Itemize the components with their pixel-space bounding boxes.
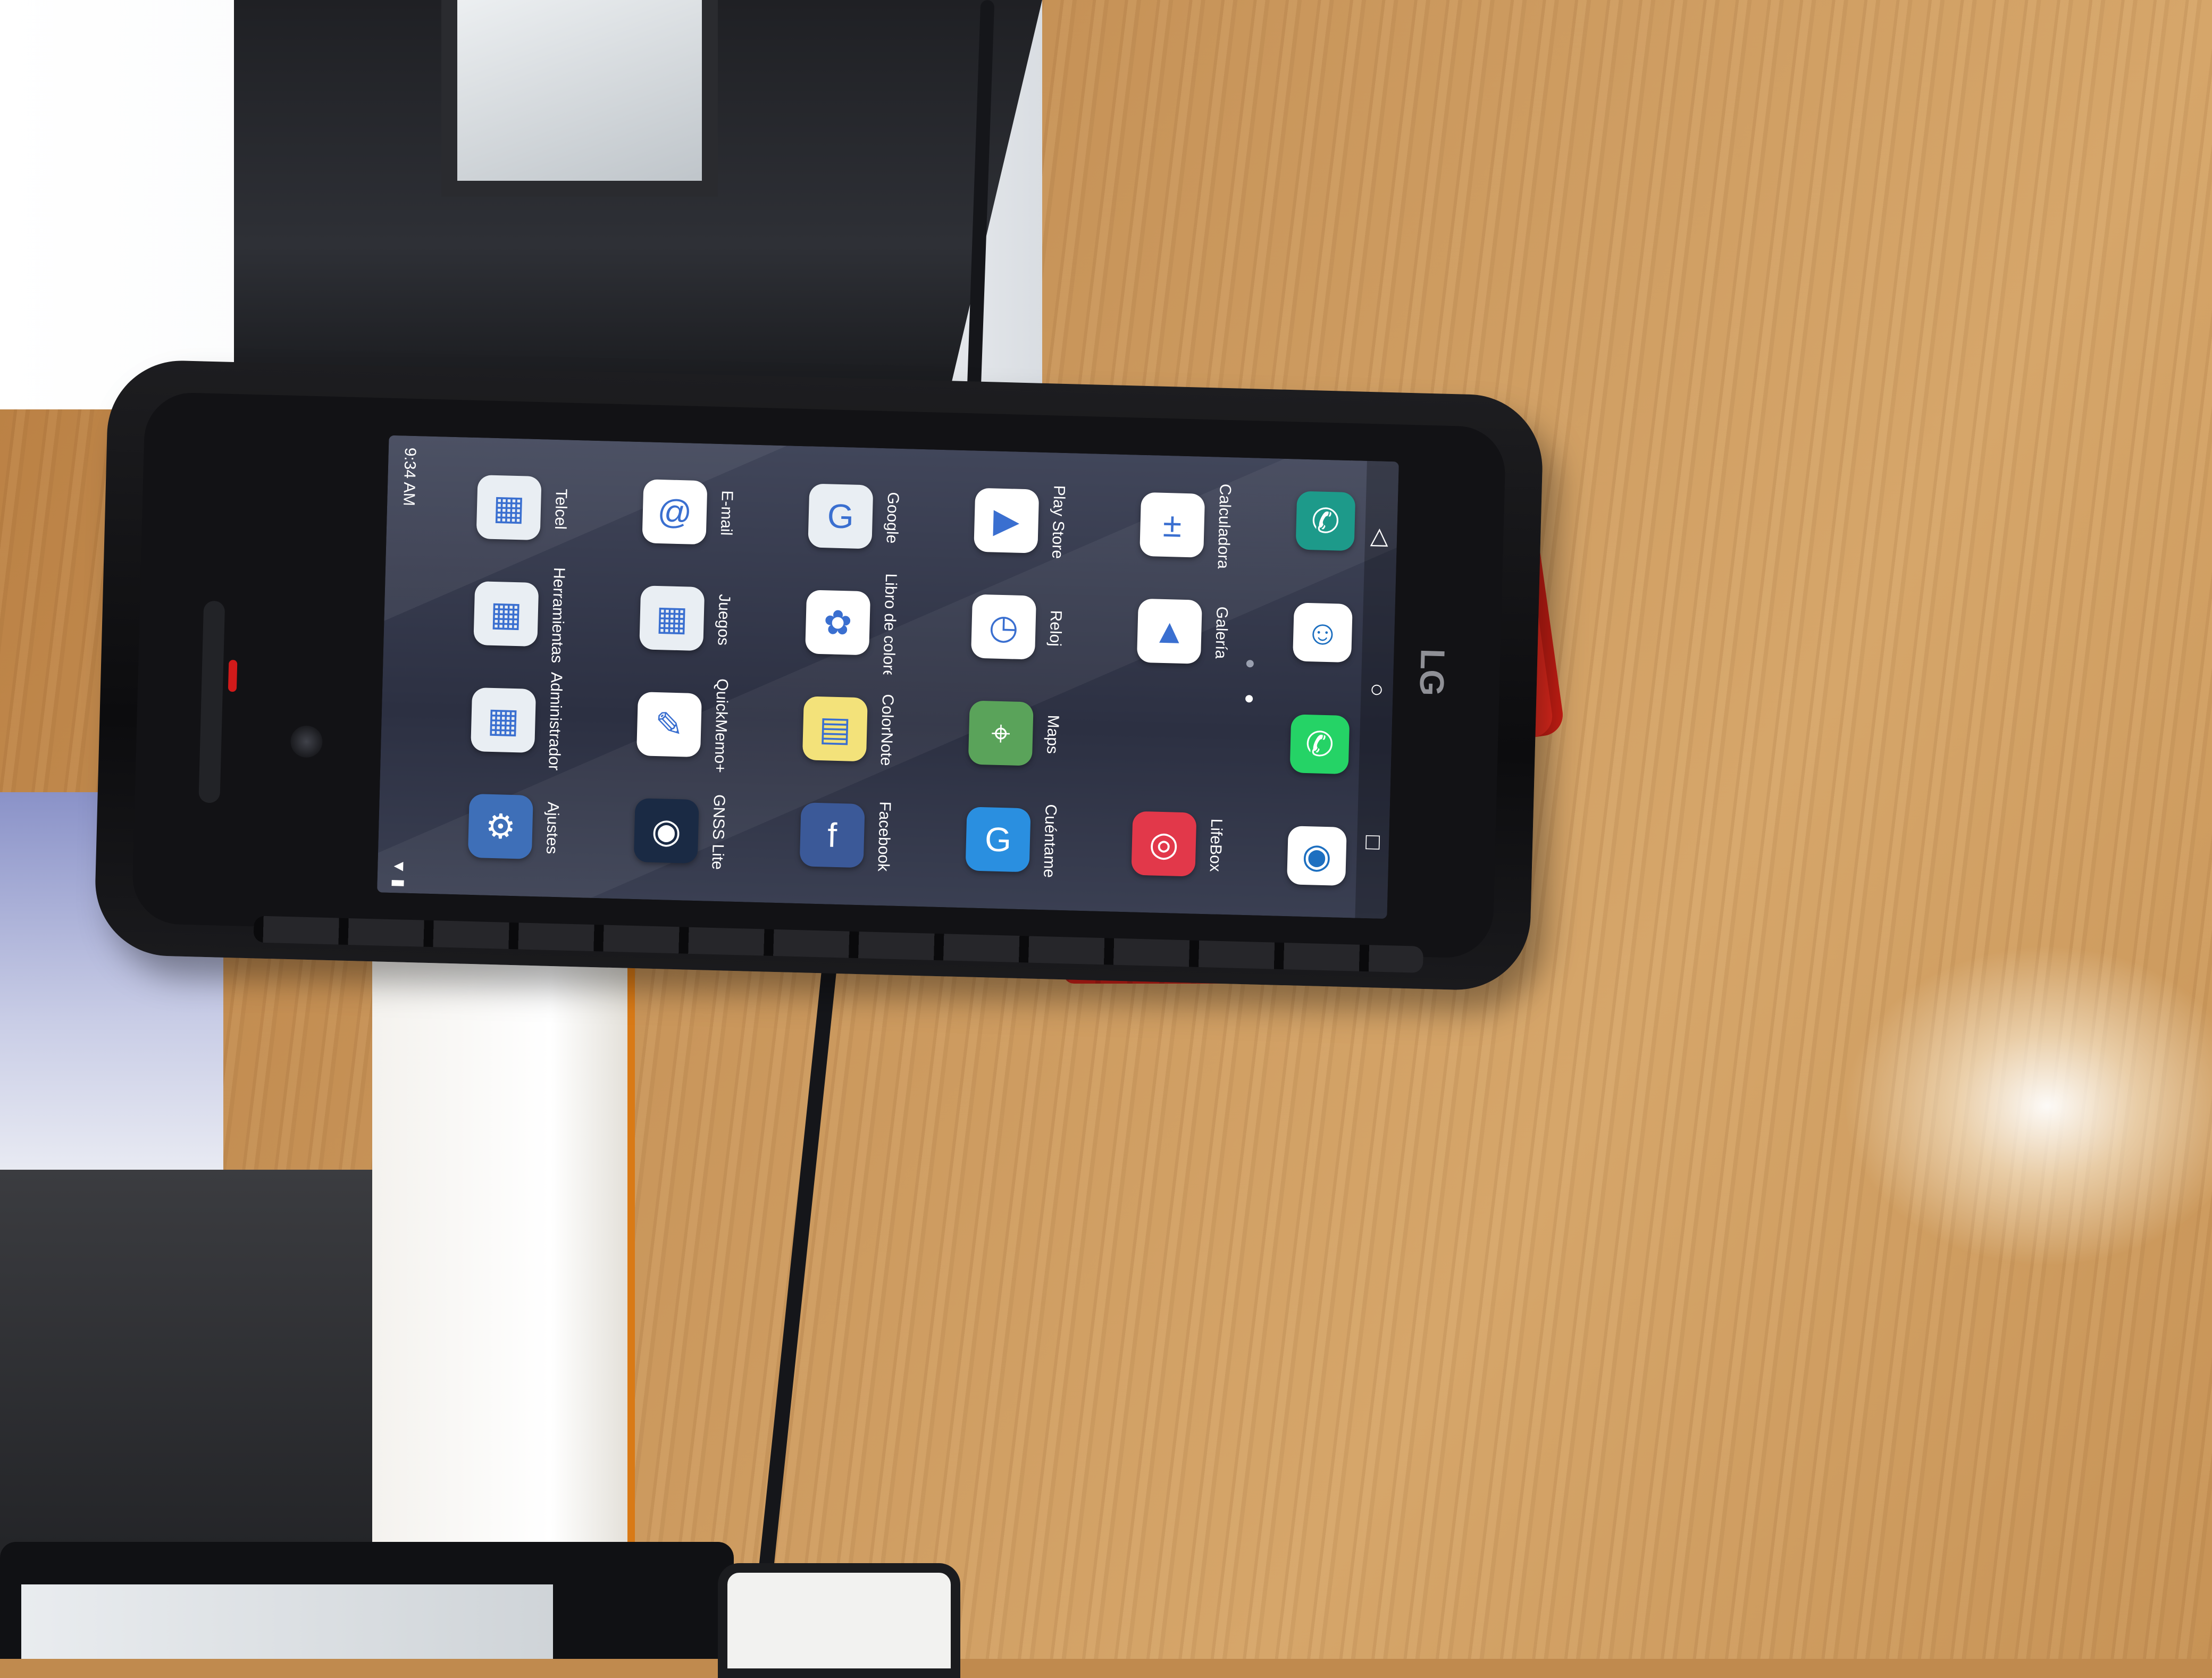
app-label: Herramientas bbox=[548, 567, 568, 664]
app-6[interactable]: ✎ QuickMemo+ bbox=[599, 669, 768, 780]
email-icon: @ bbox=[642, 479, 708, 545]
app-label: Facebook bbox=[874, 801, 894, 872]
back-button[interactable]: ◁ bbox=[1367, 528, 1395, 547]
gear-icon: ⚙ bbox=[467, 793, 533, 859]
app-label: ColorNote bbox=[877, 694, 897, 767]
front-camera bbox=[290, 725, 323, 758]
clock-icon: ◷ bbox=[970, 594, 1037, 660]
app-grid: ▦ Telcel ▦ Herramientas ▦ Administrador ⚙ Ajust… bbox=[431, 452, 1271, 900]
status-bar: 9:34 AM ▼ ▮ bbox=[377, 435, 431, 894]
app-8[interactable]: G Google bbox=[770, 462, 939, 572]
app-label: E-mail bbox=[717, 490, 736, 536]
lens-icon: ◉ bbox=[633, 798, 699, 864]
earpiece-speaker bbox=[198, 600, 225, 803]
folder-icon: ▦ bbox=[471, 687, 537, 753]
app-label: Libro de colorear para mí bbox=[879, 573, 900, 675]
whatsapp-icon[interactable]: ✆ bbox=[1289, 714, 1350, 775]
app-label: LifeBox bbox=[1206, 818, 1226, 872]
app-12[interactable]: ▶ Play Store bbox=[936, 466, 1105, 576]
contacts-icon[interactable]: ☺ bbox=[1293, 602, 1353, 663]
app-19[interactable]: ◎ LifeBox bbox=[1094, 789, 1262, 900]
notification-led bbox=[228, 659, 238, 692]
app-label: Reloj bbox=[1046, 610, 1065, 647]
calculator-icon: ± bbox=[1139, 492, 1205, 558]
white-device bbox=[718, 1563, 960, 1678]
map-pin-icon: ⌖ bbox=[968, 700, 1034, 766]
home-button[interactable]: ○ bbox=[1363, 683, 1390, 698]
app-label: Administrador bbox=[545, 672, 565, 771]
chat-icon: G bbox=[965, 807, 1031, 872]
page-indicator bbox=[1244, 660, 1255, 703]
box bbox=[457, 0, 702, 181]
phone: 9:34 AM ▼ ▮ ▦ Telcel ▦ Herramientas ▦ Adminis… bbox=[93, 358, 1545, 992]
folder-icon: ▦ bbox=[476, 475, 542, 541]
pen-icon: ✎ bbox=[636, 692, 702, 758]
mandala-icon: ✿ bbox=[805, 590, 871, 656]
recents-button[interactable]: □ bbox=[1360, 835, 1387, 850]
status-time: 9:34 AM bbox=[400, 447, 419, 507]
brand-logo: LG bbox=[1412, 648, 1452, 697]
page-dot-active bbox=[1245, 695, 1253, 703]
facebook-icon: f bbox=[799, 802, 865, 868]
app-label: Telcel bbox=[551, 488, 571, 530]
app-4[interactable]: @ E-mail bbox=[605, 457, 773, 567]
gallery-icon: ▲ bbox=[1136, 598, 1202, 664]
app-5[interactable]: ▦ Juegos bbox=[602, 563, 770, 674]
app-11[interactable]: f Facebook bbox=[763, 780, 931, 891]
play-store-icon: ▶ bbox=[974, 488, 1040, 553]
app-17[interactable]: ▲ Galería bbox=[1100, 576, 1268, 687]
app-13[interactable]: ◷ Reloj bbox=[934, 572, 1102, 683]
app-label: Juegos bbox=[714, 593, 733, 646]
app-label: Ajustes bbox=[543, 801, 562, 854]
app-1[interactable]: ▦ Herramientas bbox=[436, 559, 605, 669]
folder-icon: G bbox=[808, 483, 874, 549]
app-0[interactable]: ▦ Telcel bbox=[439, 452, 607, 563]
page-dot bbox=[1246, 660, 1254, 668]
folder-icon: ▦ bbox=[473, 581, 539, 647]
app-label: Google bbox=[883, 491, 902, 544]
app-7[interactable]: ◉ GNSS Lite bbox=[597, 776, 765, 886]
app-label: Cuéntame bbox=[1040, 803, 1060, 878]
app-15[interactable]: G Cuéntame bbox=[928, 785, 1096, 895]
app-10[interactable]: ▤ ColorNote bbox=[765, 674, 934, 784]
dock: ✆ ☺ ✆ ◉ bbox=[1276, 491, 1366, 886]
app-label: Calculadora bbox=[1214, 483, 1234, 569]
bottom-device-screen bbox=[21, 1584, 553, 1659]
app-2[interactable]: ▦ Administrador bbox=[433, 665, 602, 776]
app-label: Maps bbox=[1043, 715, 1062, 754]
note-icon: ▤ bbox=[802, 696, 868, 762]
target-icon: ◎ bbox=[1131, 811, 1197, 877]
app-label: Play Store bbox=[1048, 485, 1068, 559]
phone-icon[interactable]: ✆ bbox=[1295, 491, 1356, 551]
paper-pad bbox=[372, 942, 635, 1562]
app-16[interactable]: ± Calculadora bbox=[1102, 470, 1271, 581]
app-14[interactable]: ⌖ Maps bbox=[931, 678, 1100, 789]
app-3[interactable]: ⚙ Ajustes bbox=[431, 771, 599, 882]
app-label: Galería bbox=[1212, 606, 1231, 659]
folder-icon: ▦ bbox=[639, 585, 705, 651]
phone-screen[interactable]: 9:34 AM ▼ ▮ ▦ Telcel ▦ Herramientas ▦ Adminis… bbox=[377, 435, 1399, 919]
app-9[interactable]: ✿ Libro de colorear para mí bbox=[768, 568, 936, 678]
empty-cell bbox=[1097, 683, 1266, 793]
app-label: GNSS Lite bbox=[708, 794, 728, 870]
status-icons: ▼ ▮ bbox=[389, 858, 408, 888]
phone-body: 9:34 AM ▼ ▮ ▦ Telcel ▦ Herramientas ▦ Adminis… bbox=[131, 391, 1506, 959]
app-label: QuickMemo+ bbox=[711, 678, 731, 774]
camera-icon[interactable]: ◉ bbox=[1287, 826, 1347, 886]
